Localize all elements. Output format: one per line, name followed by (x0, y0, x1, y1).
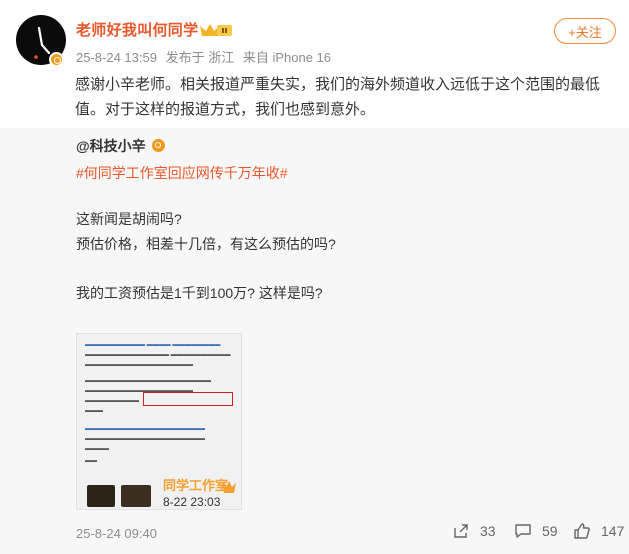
like-action[interactable]: 147 (573, 522, 624, 540)
author-name[interactable]: 老师好我叫何同学 (76, 19, 198, 40)
repost-line-1: 这新闻是胡闹吗? (76, 211, 182, 227)
post-meta: 25-8-24 13:59 发布于 浙江 来自 iPhone 16 (76, 47, 336, 66)
crown-icon (222, 481, 236, 493)
original-author[interactable]: @科技小辛 (76, 136, 146, 156)
thumbnail-photo (87, 485, 115, 507)
follow-button[interactable]: +关注 (554, 18, 616, 44)
weibo-post: 老师好我叫何同学 25-8-24 13:59 发布于 浙江 来自 iPhone … (0, 0, 629, 554)
repost-time[interactable]: 25-8-24 09:40 (76, 526, 157, 541)
thumbnail-photo (121, 485, 151, 507)
like-count: 147 (601, 523, 625, 539)
comment-count: 59 (542, 523, 558, 539)
verified-badge-icon (152, 139, 165, 152)
share-icon (454, 524, 468, 538)
verified-badge-icon (49, 52, 64, 67)
comment-icon (515, 524, 531, 538)
vip-crown-icon[interactable] (198, 22, 234, 38)
repost-count: 33 (480, 523, 496, 539)
post-time[interactable]: 25-8-24 13:59 (76, 50, 157, 65)
comment-action[interactable]: 59 (514, 522, 558, 540)
post-location: 发布于 浙江 (165, 50, 235, 65)
thumbnail-date: 8-22 23:03 (163, 495, 221, 509)
repost-line-3: 我的工资预估是1千到100万? 这样是吗? (76, 285, 323, 301)
repost-line-2: 预估价格，相差十几倍，有这么预估的吗? (76, 236, 336, 252)
repost-card[interactable]: @科技小辛 #何同学工作室回应网传千万年收# 这新闻是胡闹吗? 预估价格，相差十… (0, 128, 629, 554)
thumbs-up-icon (574, 523, 590, 539)
repost-image-thumbnail[interactable]: ▬▬▬▬▬▬▬▬▬▬ ▬▬▬▬ ▬▬▬▬▬▬▬▬ ▬▬▬▬▬▬▬▬▬▬▬▬▬▬ … (76, 333, 242, 510)
post-device: 来自 iPhone 16 (242, 50, 331, 65)
repost-action[interactable]: 33 (452, 522, 496, 540)
hashtag-link[interactable]: #何同学工作室回应网传千万年收# (76, 163, 288, 183)
highlight-box (143, 392, 233, 406)
thumbnail-studio-text: 同学工作室 (163, 478, 229, 493)
post-text: 感谢小辛老师。相关报道严重失实，我们的海外频道收入远低于这个范围的最低值。对于这… (75, 76, 601, 118)
